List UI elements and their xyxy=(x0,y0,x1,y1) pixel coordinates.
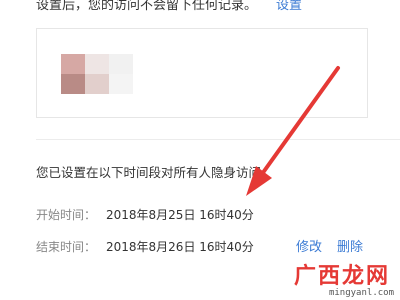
settings-notice-text: 设置后，您的访问不会留下任何记录。 xyxy=(36,0,258,13)
start-time-label: 开始时间： xyxy=(36,208,97,222)
site-watermark: 广西龙网 mingyanl.com xyxy=(292,258,396,298)
delete-button[interactable]: 删除 xyxy=(337,236,363,255)
section-divider xyxy=(36,139,400,140)
end-time-label: 结束时间： xyxy=(36,240,97,254)
blurred-avatar-panel xyxy=(36,28,368,118)
end-time-value: 2018年8月26日 16时40分 xyxy=(106,240,254,254)
start-time-value: 2018年8月25日 16时40分 xyxy=(106,208,254,222)
blurred-avatar-image xyxy=(61,54,133,94)
settings-link[interactable]: 设置 xyxy=(276,0,302,13)
edit-button[interactable]: 修改 xyxy=(296,236,322,255)
start-time-row: 开始时间： 2018年8月25日 16时40分 xyxy=(36,206,254,223)
watermark-url: mingyanl.com xyxy=(328,288,394,298)
invisible-period-notice: 您已设置在以下时间段对所有人隐身访问 xyxy=(36,165,262,180)
watermark-logo: 广西龙网 xyxy=(293,264,390,289)
end-time-row: 结束时间： 2018年8月26日 16时40分 xyxy=(36,238,254,255)
